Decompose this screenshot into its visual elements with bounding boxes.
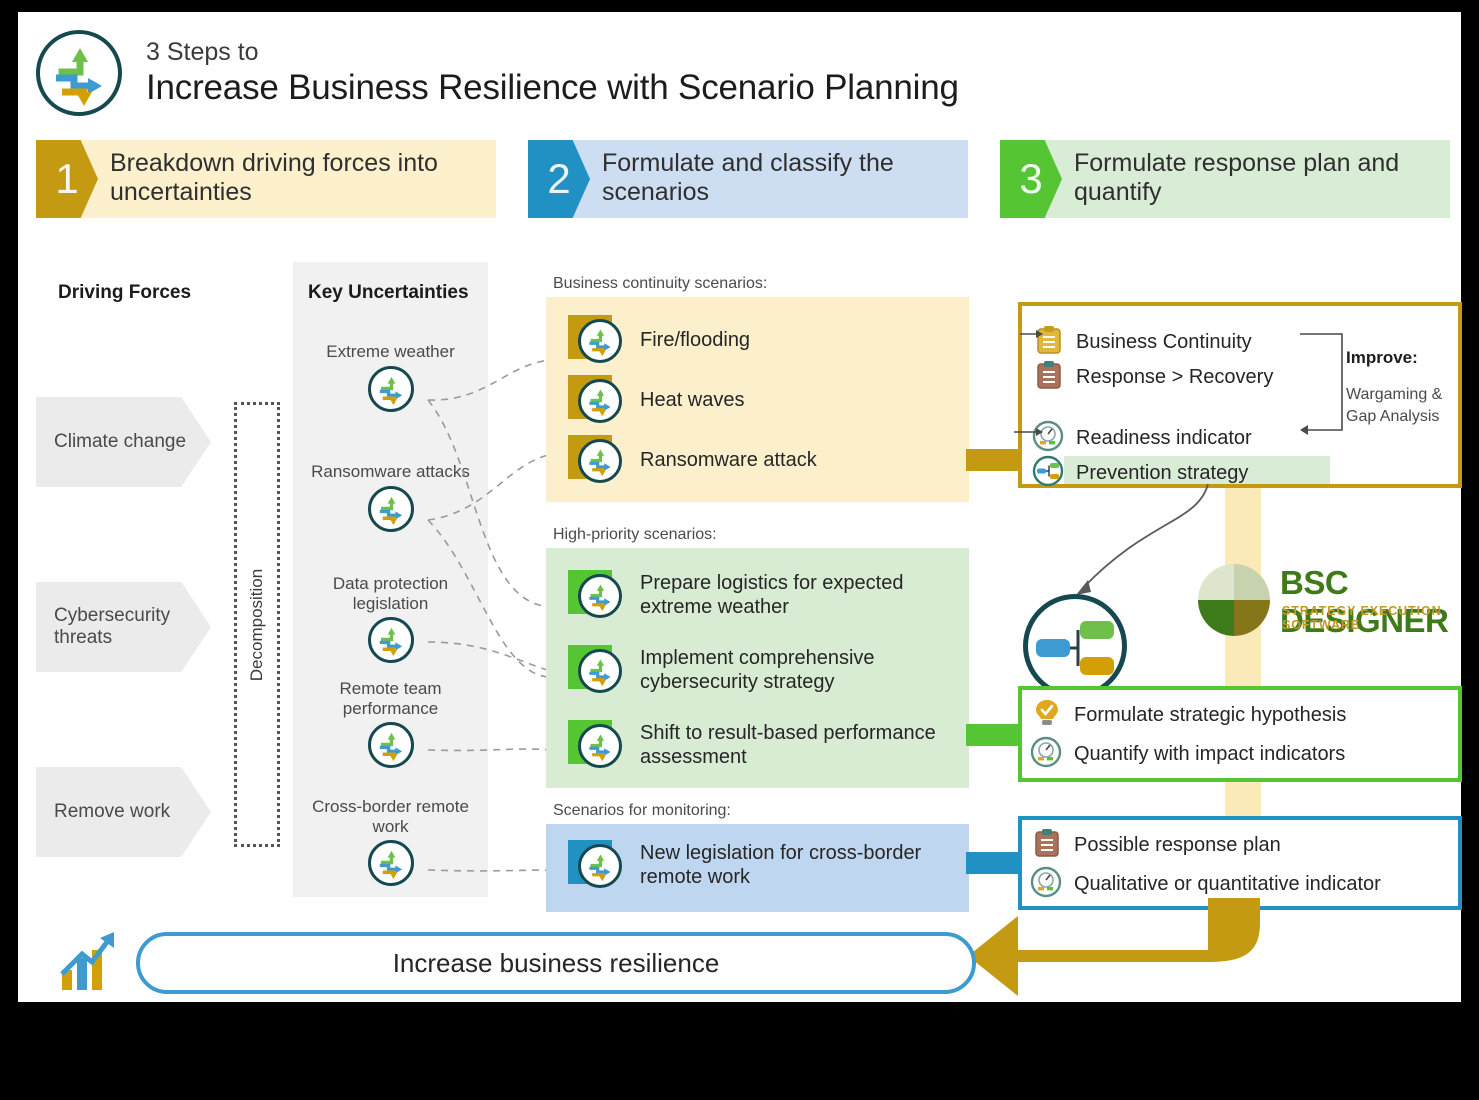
three-arrows-circle-icon [367, 365, 414, 412]
return-arrow [968, 898, 1260, 996]
page-title: Increase Business Resilience with Scenar… [146, 68, 959, 107]
three-arrows-circle-icon [578, 379, 622, 423]
scenario-caption: High-priority scenarios: [553, 526, 717, 543]
key-uncertainties-heading: Key Uncertainties [308, 282, 469, 303]
scenario-accent-icon [568, 840, 624, 890]
scenario-accent-icon [568, 720, 624, 770]
gauge-icon [1030, 736, 1062, 773]
header: 3 Steps to Increase Business Resilience … [18, 12, 1461, 132]
scenario-accent-icon [568, 435, 624, 485]
scenario-label: New legislation for cross-border remote … [640, 842, 922, 888]
scenario-accent-icon [568, 315, 624, 365]
scenario-label: Prepare logistics for expected extreme w… [640, 572, 904, 618]
step-banner-2[interactable]: 2 Formulate and classify the scenarios [528, 140, 968, 218]
goal-label: Increase business resilience [392, 947, 720, 978]
three-arrows-circle-icon [578, 574, 622, 618]
three-arrows-circle-icon [578, 649, 622, 693]
growth-chart-icon [58, 930, 118, 992]
three-arrows-circle-icon [578, 319, 622, 363]
scenario-label: Ransomware attack [640, 449, 817, 471]
improve-label: Improve: [1346, 348, 1418, 367]
decomposition-label-wrap: Decomposition [234, 402, 280, 847]
scenario-item[interactable]: Shift to result-based performance assess… [568, 720, 958, 770]
panel-row-label: Possible response plan [1074, 834, 1281, 856]
gold-panel-inbound-arrows [1014, 330, 1043, 436]
scenario-item[interactable]: Fire/flooding [568, 315, 958, 365]
step2-label: Formulate and classify the scenarios [602, 149, 894, 207]
step2-number: 2 [547, 155, 571, 202]
three-arrows-circle-icon [367, 722, 414, 769]
scenario-label: Heat waves [640, 389, 745, 411]
quadrant-circle-icon [1198, 564, 1270, 636]
driving-force-item[interactable]: Remove work [36, 767, 211, 857]
panel-row[interactable]: Formulate strategic hypothesis [1034, 698, 1346, 733]
scenario-accent-icon [568, 375, 624, 425]
scenario-item[interactable]: Ransomware attack [568, 435, 958, 485]
bsc-designer-logo: BSC DESIGNER STRATEGY EXECUTION SOFTWARE [1198, 564, 1460, 640]
three-arrows-circle-icon [578, 724, 622, 768]
driving-forces-heading: Driving Forces [58, 282, 192, 303]
infographic-canvas: 3 Steps to Increase Business Resilience … [18, 12, 1462, 1002]
three-arrows-circle-icon [367, 617, 414, 664]
panel-row-label: Response > Recovery [1076, 366, 1274, 388]
scenario-item[interactable]: Implement comprehensive cybersecurity st… [568, 645, 958, 695]
scenario-caption: Scenarios for monitoring: [553, 802, 731, 819]
step3-label: Formulate response plan and quantify [1074, 149, 1400, 207]
scenario-box-continuity: Fire/flooding Heat waves Ransomware attack [546, 297, 969, 502]
driving-force-item[interactable]: Climate change [36, 397, 211, 487]
three-arrows-circle-icon [36, 30, 122, 116]
decomposition-label: Decomposition [247, 568, 267, 681]
improve-body: Wargaming & Gap Analysis [1346, 386, 1443, 425]
three-arrows-circle-icon [578, 439, 622, 483]
panel-row[interactable]: Business Continuity [1036, 325, 1252, 360]
scenario-box-monitoring: New legislation for cross-border remote … [546, 824, 969, 912]
scenario-accent-icon [568, 645, 624, 695]
lightbulb-check-icon [1034, 698, 1060, 733]
panel-row[interactable]: Readiness indicator [1032, 420, 1252, 457]
panel-row-label: Quantify with impact indicators [1074, 743, 1346, 765]
panel-row-label: Business Continuity [1076, 331, 1252, 353]
connector-blue [966, 852, 1022, 874]
strategy-map-circle-icon [1023, 594, 1127, 698]
scenario-accent-icon [568, 570, 624, 620]
scenario-caption: Business continuity scenarios: [553, 275, 768, 292]
step-banner-3[interactable]: 3 Formulate response plan and quantify [1000, 140, 1450, 218]
panel-row-label: Qualitative or quantitative indicator [1074, 873, 1381, 895]
scenario-label: Fire/flooding [640, 329, 751, 351]
step1-label: Breakdown driving forces into uncertaint… [110, 149, 438, 207]
three-arrows-circle-icon [578, 844, 622, 888]
scenario-item[interactable]: Heat waves [568, 375, 958, 425]
goal-pill[interactable]: Increase business resilience [136, 932, 976, 994]
connector-green [966, 724, 1022, 746]
scenario-item[interactable]: New legislation for cross-border remote … [568, 840, 958, 890]
scenario-item[interactable]: Prepare logistics for expected extreme w… [568, 570, 958, 620]
panel-row[interactable]: Possible response plan [1034, 828, 1281, 863]
three-arrows-circle-icon [367, 840, 414, 887]
panel-row[interactable]: Quantify with impact indicators [1030, 736, 1345, 773]
panel-row[interactable]: Response > Recovery [1036, 360, 1273, 395]
scenario-label: Implement comprehensive cybersecurity st… [640, 647, 875, 693]
scenario-box-high-priority: Prepare logistics for expected extreme w… [546, 548, 969, 788]
panel-row-label: Formulate strategic hypothesis [1074, 704, 1347, 726]
header-kicker: 3 Steps to [146, 38, 259, 66]
brand-tagline: STRATEGY EXECUTION SOFTWARE [1282, 604, 1442, 632]
step3-number: 3 [1019, 155, 1043, 202]
clipboard-brown-icon [1034, 828, 1060, 863]
driving-force-item[interactable]: Cybersecurity threats [36, 582, 211, 672]
three-arrows-circle-icon [367, 485, 414, 532]
step-banner-1[interactable]: 1 Breakdown driving forces into uncertai… [36, 140, 496, 218]
step1-number: 1 [55, 155, 79, 202]
panel-row-label: Readiness indicator [1076, 427, 1252, 449]
scenario-label: Shift to result-based performance assess… [640, 722, 936, 768]
